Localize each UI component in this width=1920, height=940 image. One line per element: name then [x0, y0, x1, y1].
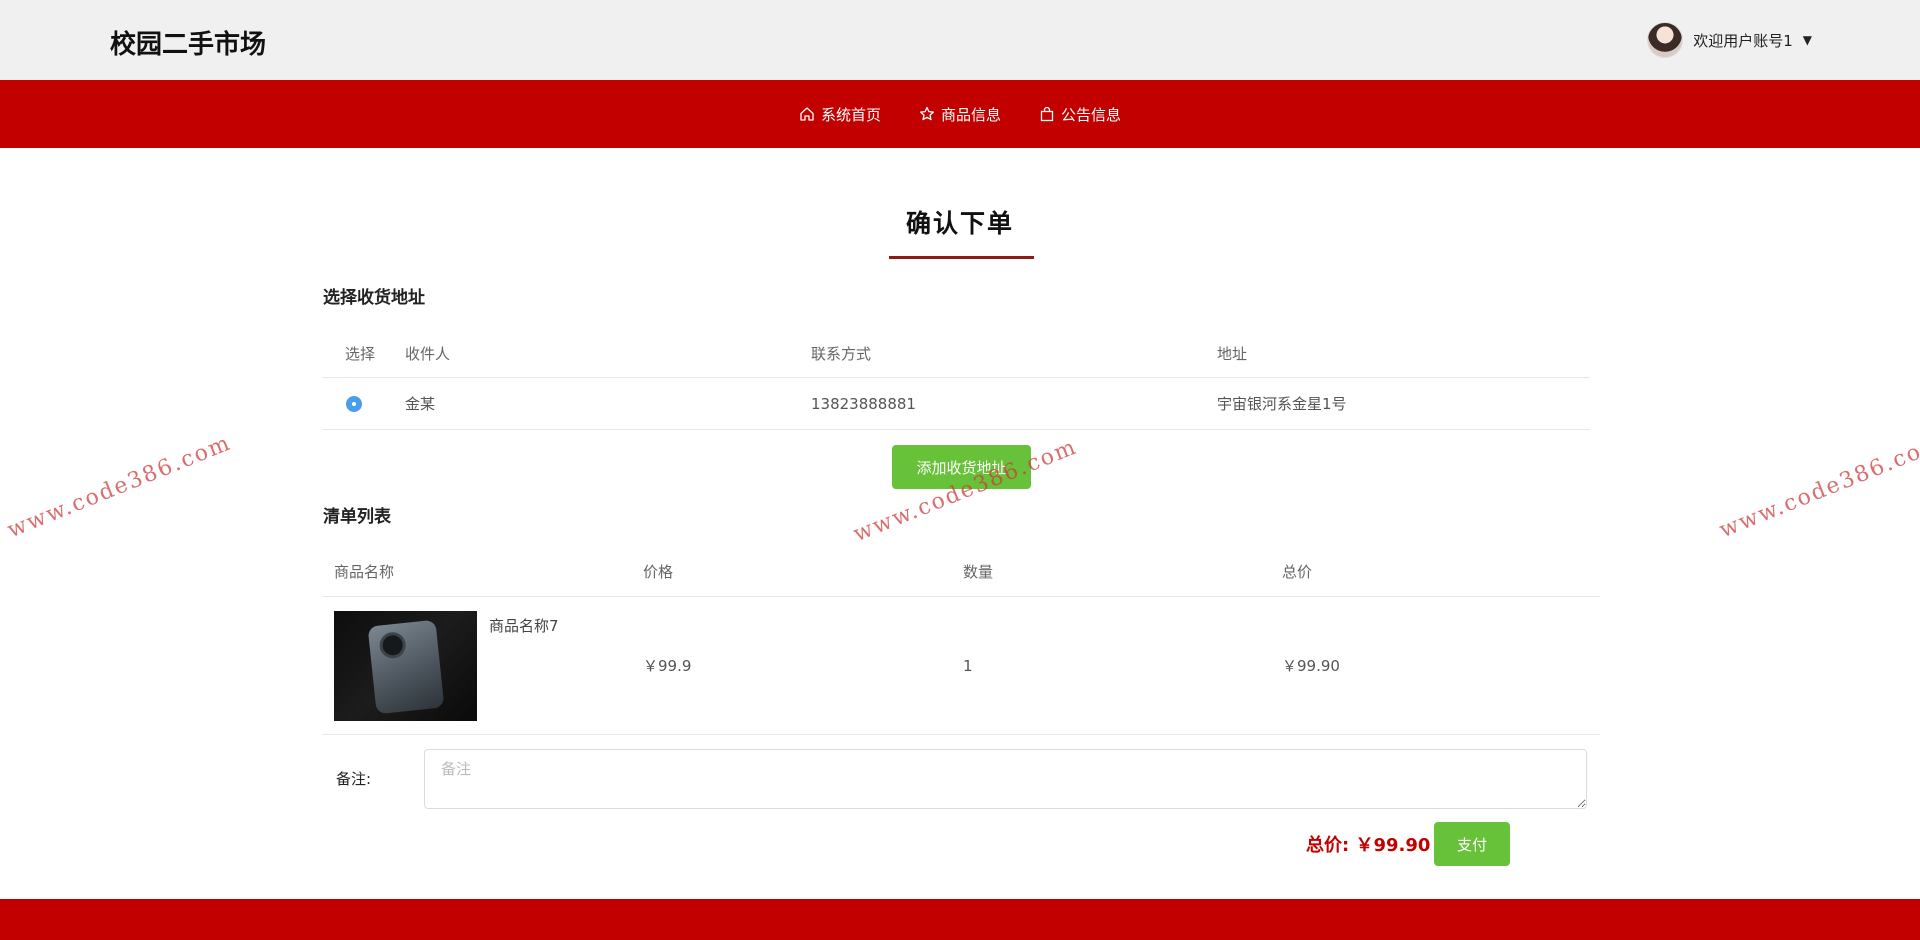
- title-underline: [889, 256, 1034, 259]
- address-table-header: 选择 收件人 联系方式 地址: [323, 330, 1590, 378]
- contact-cell: 13823888881: [811, 394, 916, 413]
- nav-item-home[interactable]: 系统首页: [799, 104, 881, 125]
- avatar[interactable]: [1647, 22, 1684, 58]
- star-icon: [919, 106, 935, 122]
- table-row: 商品名称7 ￥99.9 1 ￥99.90: [323, 597, 1600, 735]
- main-nav: 系统首页 商品信息 公告信息: [0, 80, 1920, 148]
- product-cell: 商品名称7: [323, 610, 643, 721]
- cart-table-header: 商品名称 价格 数量 总价: [323, 547, 1600, 597]
- nav-item-notices[interactable]: 公告信息: [1039, 104, 1121, 125]
- product-name[interactable]: 商品名称7: [489, 611, 559, 636]
- column-header-product: 商品名称: [334, 563, 395, 581]
- order-total: 总价: ￥99.90: [1306, 835, 1431, 856]
- site-brand[interactable]: 校园二手市场: [110, 24, 266, 61]
- add-address-button[interactable]: 添加收货地址: [892, 445, 1031, 489]
- column-header-price: 价格: [643, 563, 674, 581]
- recipient-cell: 金某: [405, 395, 436, 413]
- welcome-text[interactable]: 欢迎用户账号1: [1693, 30, 1793, 51]
- nav-item-label: 公告信息: [1061, 105, 1122, 124]
- column-header-address: 地址: [1217, 345, 1248, 363]
- nav-item-label: 商品信息: [940, 105, 1001, 124]
- chevron-down-icon[interactable]: ▼: [1803, 33, 1812, 47]
- remark-label: 备注:: [336, 770, 372, 788]
- cart-table: 商品名称 价格 数量 总价 商品名称7 ￥99.9 1 ￥99.90: [323, 547, 1600, 735]
- user-menu[interactable]: 欢迎用户账号1 ▼: [1647, 20, 1812, 60]
- nav-item-label: 系统首页: [820, 105, 881, 124]
- remark-input[interactable]: [424, 749, 1587, 809]
- address-cell: 宇宙银河系金星1号: [1217, 395, 1347, 413]
- cart-section-title: 清单列表: [323, 507, 391, 527]
- address-table: 选择 收件人 联系方式 地址 金某 13823888881 宇宙银河系金星1号: [323, 330, 1590, 430]
- nav-item-products[interactable]: 商品信息: [919, 104, 1001, 125]
- address-section-title: 选择收货地址: [323, 288, 425, 308]
- home-icon: [799, 106, 815, 122]
- watermark: www.code386.com: [1716, 430, 1920, 544]
- address-radio[interactable]: [346, 395, 362, 412]
- bag-icon: [1039, 106, 1055, 122]
- footer-bar: [0, 899, 1920, 940]
- column-header-select: 选择: [345, 345, 376, 363]
- column-header-total: 总价: [1282, 563, 1313, 581]
- column-header-recipient: 收件人: [405, 345, 451, 363]
- total-cell: ￥99.90: [1282, 657, 1340, 675]
- column-header-contact: 联系方式: [811, 345, 872, 363]
- price-cell: ￥99.9: [643, 657, 692, 675]
- quantity-cell: 1: [963, 656, 973, 675]
- page-title: 确认下单: [905, 209, 1014, 238]
- column-header-quantity: 数量: [963, 563, 994, 581]
- phone-illustration: [367, 619, 445, 714]
- product-image[interactable]: [334, 610, 477, 721]
- select-cell: [323, 395, 405, 412]
- table-row[interactable]: 金某 13823888881 宇宙银河系金星1号: [323, 378, 1590, 430]
- top-header: 校园二手市场 欢迎用户账号1 ▼: [0, 0, 1920, 80]
- pay-button[interactable]: 支付: [1434, 822, 1510, 866]
- watermark: www.code386.com: [4, 430, 235, 544]
